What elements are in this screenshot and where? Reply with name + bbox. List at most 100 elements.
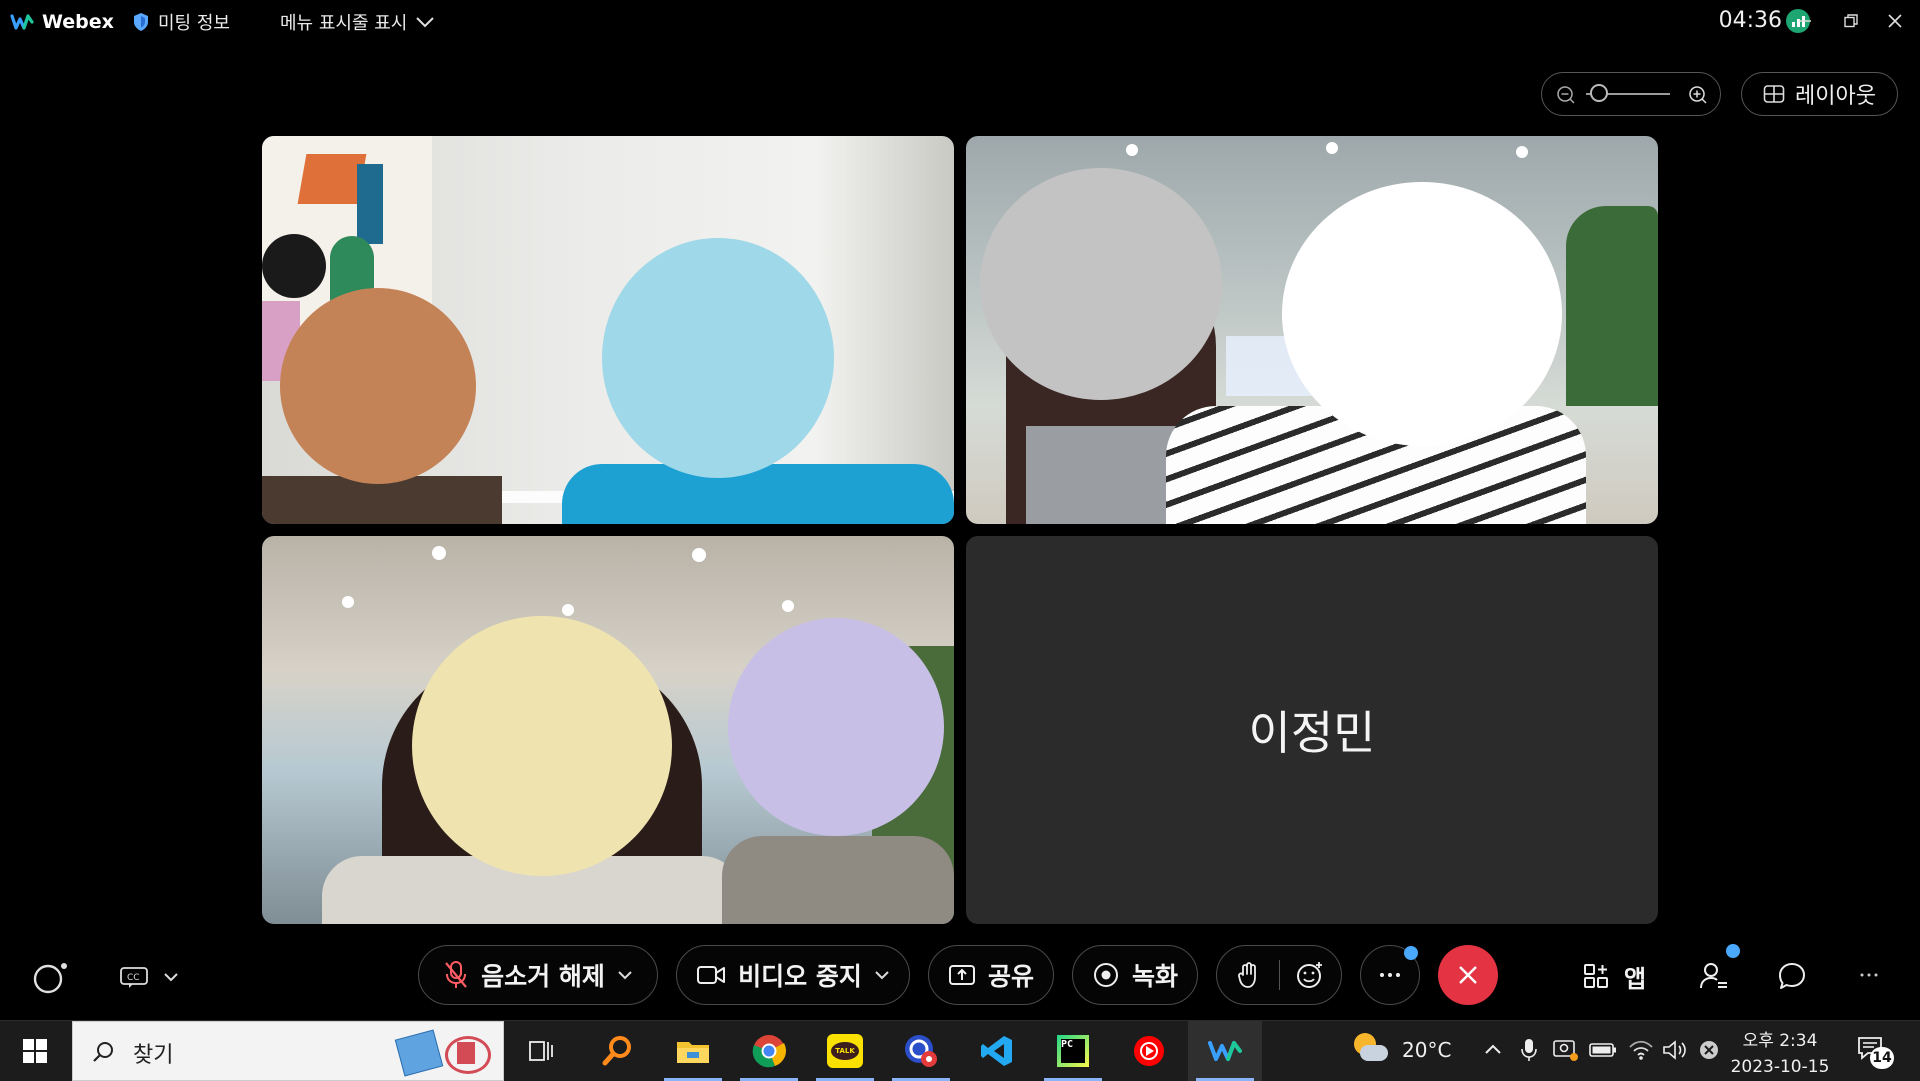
face-blur bbox=[280, 288, 476, 484]
raise-hand-icon bbox=[1237, 962, 1256, 988]
ceiling-light bbox=[1516, 146, 1528, 158]
share-label: 공유 bbox=[987, 962, 1034, 991]
weather-icon[interactable] bbox=[1352, 1033, 1388, 1069]
taskbar-app-kakaotalk[interactable]: TALK bbox=[808, 1021, 882, 1081]
stop-video-label: 비디오 중지 bbox=[738, 962, 862, 991]
volume-icon[interactable] bbox=[1662, 1039, 1688, 1061]
task-view-button[interactable] bbox=[504, 1021, 578, 1081]
close-icon bbox=[1888, 14, 1902, 28]
webex-logo-icon bbox=[1208, 1041, 1242, 1061]
webex-logo-icon bbox=[10, 14, 34, 30]
weather-temperature[interactable]: 20°C bbox=[1402, 1038, 1451, 1062]
share-screen-icon bbox=[948, 965, 975, 985]
microphone-icon[interactable] bbox=[1520, 1037, 1538, 1063]
share-button[interactable]: 공유 bbox=[928, 945, 1054, 1005]
show-menu-bar-button[interactable]: 메뉴 표시줄 표시 bbox=[280, 10, 435, 34]
closed-captions-button[interactable]: CC bbox=[114, 960, 184, 994]
vscode-icon bbox=[981, 1036, 1012, 1066]
meeting-info-button[interactable]: 미팅 정보 bbox=[132, 10, 230, 34]
reactions-button[interactable] bbox=[1279, 947, 1341, 1003]
chevron-down-icon[interactable] bbox=[617, 970, 633, 980]
grid-layout-icon bbox=[1763, 85, 1785, 103]
start-button[interactable] bbox=[0, 1021, 70, 1081]
ceiling-light bbox=[692, 548, 706, 562]
pycharm-icon: PC bbox=[1057, 1035, 1089, 1067]
action-center-button[interactable]: 14 bbox=[1854, 1033, 1898, 1073]
taskbar-app-search-tool[interactable] bbox=[580, 1021, 654, 1081]
participant-name: 이정민 bbox=[1248, 706, 1376, 760]
do-not-disturb-icon[interactable] bbox=[1698, 1039, 1720, 1061]
screen-capture-icon[interactable] bbox=[1552, 1038, 1578, 1062]
poster-shape bbox=[262, 234, 326, 298]
ceiling-light bbox=[1126, 144, 1138, 156]
overflow-menu-button[interactable] bbox=[1854, 960, 1884, 990]
record-label: 녹화 bbox=[1131, 962, 1178, 991]
zoom-slider-thumb[interactable] bbox=[1589, 84, 1608, 102]
restore-button[interactable] bbox=[1836, 6, 1866, 36]
zoom-out-icon[interactable] bbox=[1556, 85, 1576, 105]
search-placeholder: 찾기 bbox=[133, 1043, 174, 1068]
record-icon bbox=[1093, 963, 1118, 987]
face-blur bbox=[728, 618, 944, 836]
person-shirt bbox=[562, 464, 954, 524]
unmute-button[interactable]: 음소거 해제 bbox=[418, 945, 658, 1005]
taskbar-app-webex[interactable] bbox=[1188, 1021, 1262, 1081]
ceiling-light bbox=[782, 600, 794, 612]
leave-meeting-button[interactable] bbox=[1438, 945, 1498, 1005]
minimize-button[interactable] bbox=[1790, 6, 1820, 36]
activity-button[interactable] bbox=[30, 958, 70, 998]
apps-icon bbox=[1583, 964, 1608, 988]
layout-button[interactable]: 레이아웃 bbox=[1741, 72, 1898, 116]
taskbar-app-file-explorer[interactable] bbox=[656, 1021, 730, 1081]
windows-logo-icon bbox=[23, 1039, 47, 1063]
layout-label: 레이아웃 bbox=[1795, 84, 1876, 109]
chat-button[interactable] bbox=[1774, 958, 1810, 994]
taskbar-date: 2023-10-15 bbox=[1730, 1057, 1830, 1077]
ceiling-light bbox=[1326, 142, 1338, 154]
title-bar: Webex 미팅 정보 메뉴 표시줄 표시 04:36 bbox=[0, 0, 1920, 44]
participant-video-tile[interactable] bbox=[966, 136, 1658, 524]
windows-taskbar: 찾기 TALK PC 20°C 오후 2:34 2023-10-15 14 bbox=[0, 1020, 1920, 1081]
taskbar-app-pycharm[interactable]: PC bbox=[1036, 1021, 1110, 1081]
video-zoom-control bbox=[1541, 72, 1721, 116]
record-button[interactable]: 녹화 bbox=[1072, 945, 1198, 1005]
taskbar-time: 오후 2:34 bbox=[1742, 1031, 1818, 1051]
minimize-icon bbox=[1799, 20, 1811, 22]
chevron-down-icon[interactable] bbox=[874, 970, 890, 980]
zoom-in-icon[interactable] bbox=[1688, 85, 1708, 105]
clock-button[interactable]: 오후 2:34 2023-10-15 bbox=[1726, 1025, 1834, 1079]
chevron-down-icon bbox=[164, 973, 178, 982]
face-blur bbox=[412, 616, 672, 876]
magnifier-app-icon bbox=[602, 1036, 631, 1066]
taskbar-app-vscode[interactable] bbox=[960, 1021, 1034, 1081]
taskbar-app-meeting-tool[interactable] bbox=[884, 1021, 958, 1081]
stop-video-button[interactable]: 비디오 중지 bbox=[676, 945, 910, 1005]
show-menu-bar-label: 메뉴 표시줄 표시 bbox=[280, 13, 408, 34]
microphone-muted-icon bbox=[445, 961, 467, 988]
closed-captions-icon: CC bbox=[120, 967, 148, 988]
wifi-icon[interactable] bbox=[1628, 1039, 1654, 1061]
ceiling-light bbox=[342, 596, 354, 608]
emoji-add-icon bbox=[1297, 962, 1323, 988]
app-badge-icon bbox=[905, 1035, 937, 1067]
participants-button[interactable] bbox=[1696, 958, 1732, 994]
search-icon bbox=[93, 1042, 113, 1062]
shield-icon bbox=[134, 13, 148, 31]
apps-label: 앱 bbox=[1623, 964, 1647, 993]
taskbar-app-youtube-music[interactable] bbox=[1112, 1021, 1186, 1081]
notification-dot bbox=[1726, 944, 1740, 958]
reactions-group bbox=[1216, 945, 1342, 1005]
chevron-up-icon[interactable] bbox=[1484, 1043, 1502, 1055]
close-window-button[interactable] bbox=[1880, 6, 1910, 36]
participant-video-tile[interactable] bbox=[262, 536, 954, 924]
participant-tile-video-off[interactable]: 이정민 bbox=[966, 536, 1658, 924]
taskbar-app-chrome[interactable] bbox=[732, 1021, 806, 1081]
raise-hand-button[interactable] bbox=[1217, 947, 1279, 1003]
more-dots-icon bbox=[1860, 973, 1878, 977]
battery-icon[interactable] bbox=[1588, 1041, 1618, 1059]
meeting-info-label: 미팅 정보 bbox=[158, 13, 230, 34]
taskbar-search[interactable]: 찾기 bbox=[72, 1021, 504, 1081]
folder-icon bbox=[677, 1042, 709, 1063]
participant-video-tile[interactable] bbox=[262, 136, 954, 524]
apps-button[interactable]: 앱 bbox=[1574, 958, 1654, 994]
